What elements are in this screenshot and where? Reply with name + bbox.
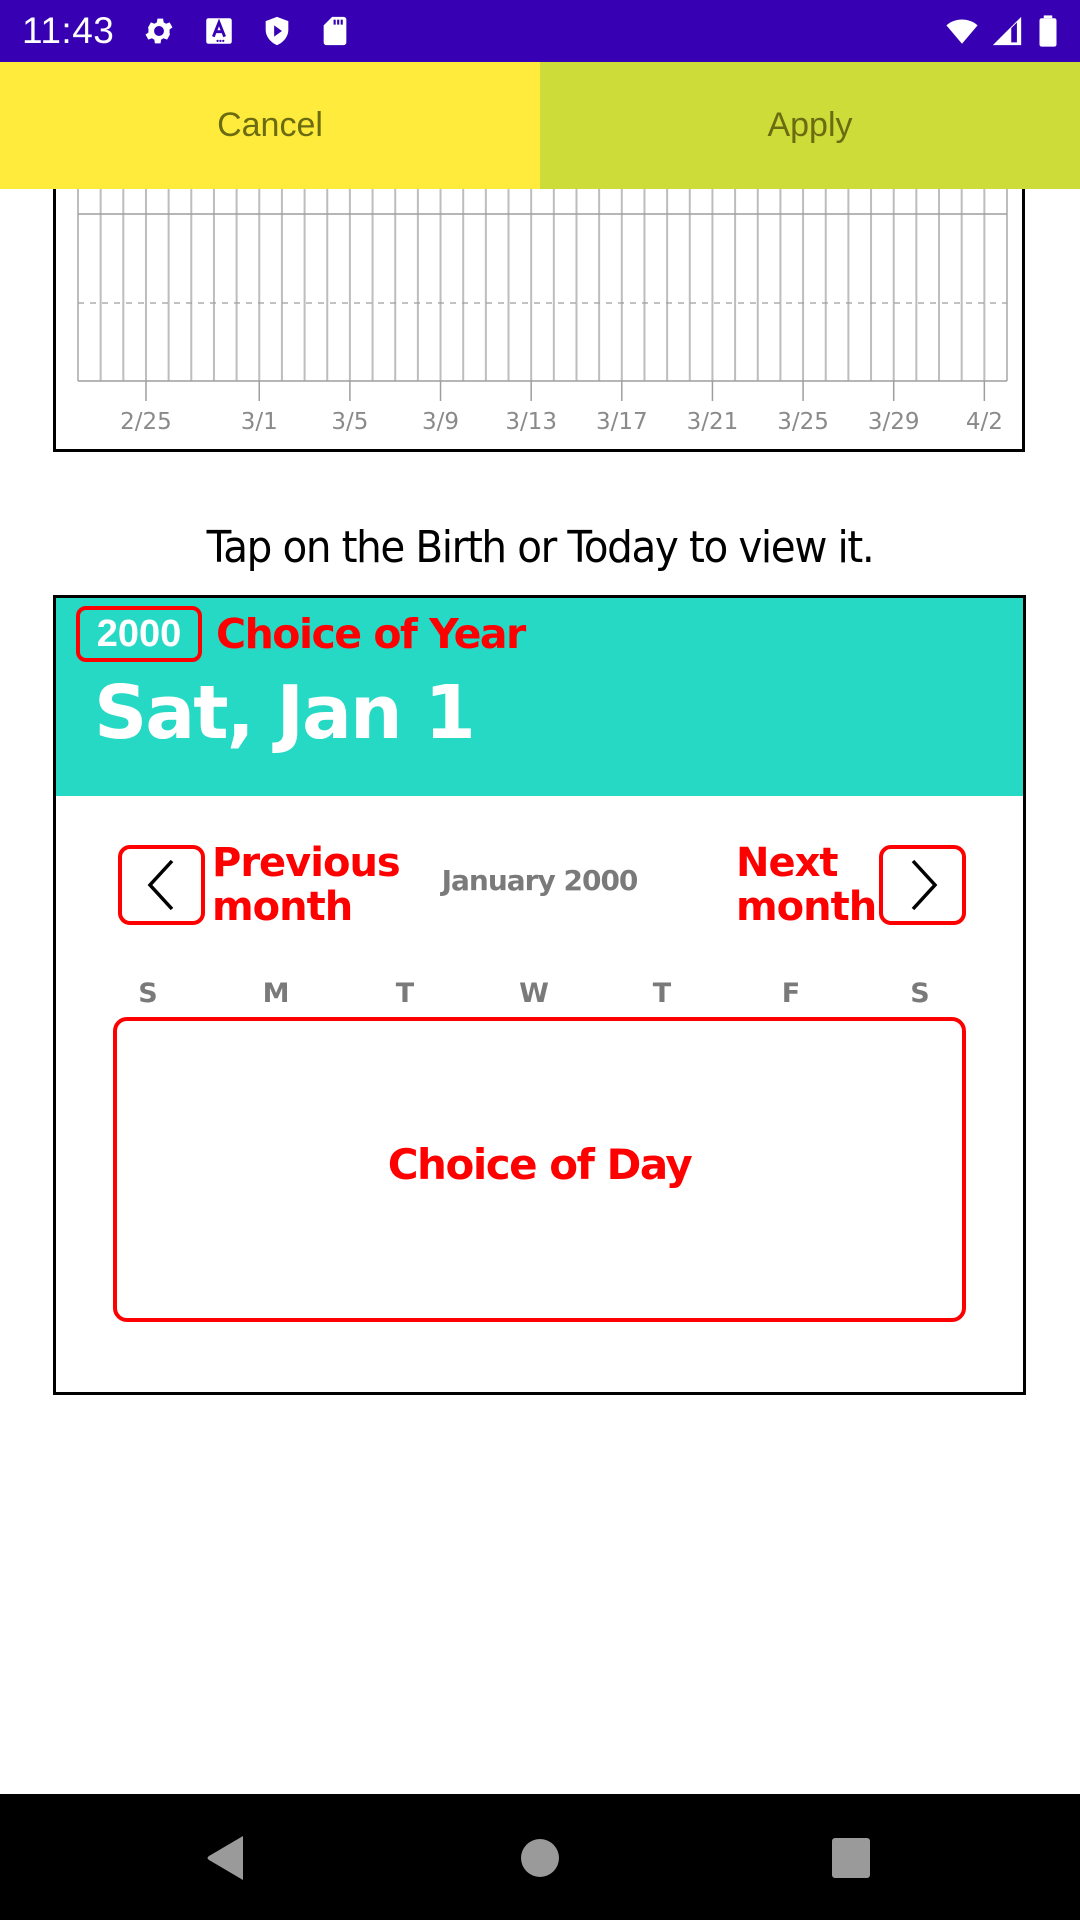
x-tick-label: 3/1 xyxy=(241,409,278,435)
x-tick-label: 3/5 xyxy=(331,409,368,435)
x-tick-label: 3/25 xyxy=(777,409,829,435)
month-year-label: January 2000 xyxy=(441,864,639,897)
chart: 2/25 3/1 3/5 3/9 3/13 3/17 3/21 3/25 3/29 4/2 xyxy=(77,189,1008,435)
navigation-bar xyxy=(0,1794,1080,1920)
next-annotation-line1: Next xyxy=(736,840,839,886)
day-annotation: Choice of Day xyxy=(387,1140,693,1189)
action-bar: Cancel Apply xyxy=(0,62,1080,189)
weekday-header: S M T W T F S xyxy=(98,978,998,1014)
x-tick-label: 3/21 xyxy=(687,409,739,435)
next-annotation-line2: month xyxy=(736,884,877,930)
x-tick-label: 3/17 xyxy=(596,409,648,435)
chevron-right-icon xyxy=(911,859,937,911)
shield-play-icon xyxy=(265,16,289,46)
weekday-wed: W xyxy=(519,978,549,1009)
home-icon[interactable] xyxy=(520,1834,560,1882)
status-bar: 11:43 xyxy=(0,0,1080,62)
gear-icon xyxy=(145,18,173,44)
weekday-sat: S xyxy=(910,978,930,1009)
cancel-button[interactable]: Cancel xyxy=(0,62,540,189)
year-annotation: Choice of Year xyxy=(216,610,526,658)
date-picker-card: 2000 Choice of Year Sat, Jan 1 Previous … xyxy=(53,595,1026,1395)
weekday-sun: S xyxy=(138,978,158,1009)
date-picker-header: 2000 Choice of Year Sat, Jan 1 xyxy=(56,598,1023,796)
weekday-mon: M xyxy=(262,978,290,1009)
recents-icon[interactable] xyxy=(830,1834,872,1882)
day-grid[interactable]: Choice of Day xyxy=(113,1017,966,1322)
next-month-button[interactable] xyxy=(879,845,966,925)
battery-icon xyxy=(1039,15,1057,47)
wifi-icon xyxy=(946,19,978,44)
status-time: 11:43 xyxy=(22,10,115,51)
weekday-tue: T xyxy=(395,978,415,1009)
selected-date: Sat, Jan 1 xyxy=(94,670,476,756)
back-icon[interactable] xyxy=(205,1834,245,1882)
x-tick-label: 3/29 xyxy=(868,409,920,435)
x-tick-label: 2/25 xyxy=(120,409,172,435)
x-tick-label: 3/9 xyxy=(422,409,459,435)
hint-text: Tap on the Birth or Today to view it. xyxy=(206,522,875,573)
weekday-fri: F xyxy=(781,978,801,1009)
year-selector[interactable]: 2000 xyxy=(76,606,202,662)
chart-card: 2/25 3/1 3/5 3/9 3/13 3/17 3/21 3/25 3/29 4/2 xyxy=(53,189,1025,452)
apply-button[interactable]: Apply xyxy=(540,62,1080,189)
x-tick-label: 3/13 xyxy=(505,409,557,435)
sd-card-icon xyxy=(323,16,347,46)
x-tick-label: 4/2 xyxy=(966,409,1003,435)
weekday-thu: T xyxy=(652,978,672,1009)
cell-signal-icon xyxy=(992,16,1022,46)
next-month-annotation: Next month xyxy=(736,840,877,930)
font-a-icon xyxy=(206,18,232,44)
